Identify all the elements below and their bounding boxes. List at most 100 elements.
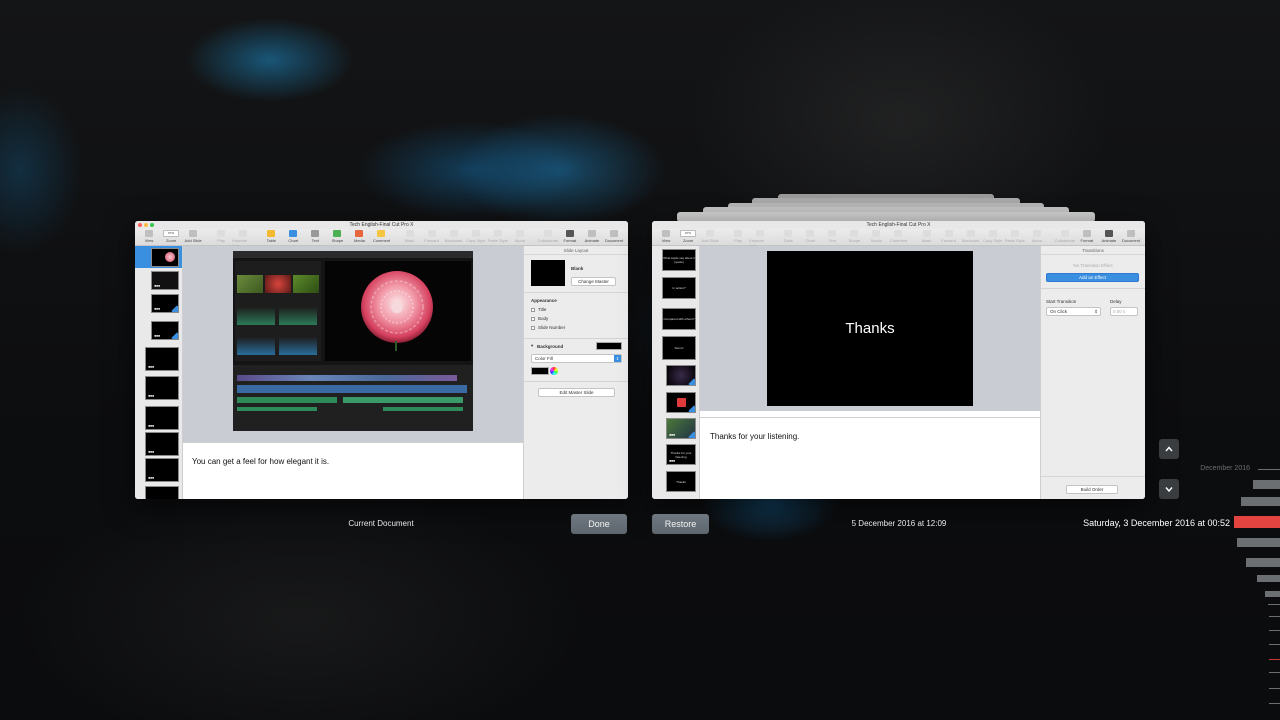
chart-button[interactable]: Chart — [282, 230, 304, 243]
timeline-tick[interactable] — [1258, 469, 1280, 470]
slide-thumbnail[interactable]: Thanks — [666, 471, 696, 492]
timeline-tick[interactable] — [1269, 703, 1280, 704]
slide-thumbnail[interactable]: ●●● — [145, 406, 179, 430]
mask-button[interactable]: Mask — [399, 230, 421, 243]
older-version-arrow[interactable] — [1159, 439, 1179, 459]
slide-thumbnail[interactable]: ●●● — [145, 347, 179, 371]
animate-button[interactable]: Animate — [581, 230, 603, 243]
chart-button[interactable]: Chart — [799, 230, 821, 243]
timeline-version[interactable] — [1257, 575, 1280, 582]
slide-navigator[interactable]: ●●● ●●● ●●● ●●● ●●● ●●● ●●● ●●● — [135, 246, 183, 499]
timeline-version[interactable] — [1253, 480, 1280, 489]
timeline-version[interactable] — [1241, 497, 1280, 506]
slide-thumbnail[interactable]: In action? — [662, 277, 696, 299]
table-button[interactable]: Table — [260, 230, 282, 243]
fill-color-well[interactable] — [531, 367, 549, 375]
disclosure-triangle-icon[interactable]: ▾ — [531, 343, 533, 349]
version-window[interactable]: Tech English-Final Cut Pro X View 97% Zoo… — [652, 221, 1145, 499]
animate-button[interactable]: Animate — [1098, 230, 1120, 243]
document-button[interactable]: Document — [603, 230, 625, 243]
timeline-selected-version[interactable] — [1234, 516, 1280, 528]
format-button[interactable]: Format — [559, 230, 581, 243]
text-button[interactable]: Text — [304, 230, 326, 243]
mask-button[interactable]: Mask — [916, 230, 938, 243]
restore-button[interactable]: Restore — [652, 514, 709, 534]
slide-thumbnail[interactable]: ●●● — [151, 271, 179, 290]
copy-style-button[interactable]: Copy Style — [465, 230, 487, 243]
master-thumbnail[interactable] — [531, 260, 565, 286]
background-color-well[interactable] — [596, 342, 622, 350]
color-wheel-icon[interactable] — [550, 367, 558, 375]
slide-thumbnail[interactable]: Thanks for your listening ●●● — [666, 444, 696, 465]
build-order-button[interactable]: Build Order — [1066, 485, 1118, 494]
shape-button[interactable]: Shape — [843, 230, 865, 243]
backward-button[interactable]: Backward — [960, 230, 982, 243]
paste-style-button[interactable]: Paste Style — [1004, 230, 1026, 243]
slide-thumbnail[interactable] — [151, 248, 179, 267]
change-master-button[interactable]: Change Master — [571, 277, 616, 286]
zoom-button[interactable] — [150, 223, 154, 227]
format-button[interactable]: Format — [1076, 230, 1098, 243]
slide-thumbnail[interactable]: ●●● — [145, 376, 179, 400]
comment-button[interactable]: Comment — [887, 230, 909, 243]
timeline-tick[interactable] — [1269, 616, 1280, 617]
slide-thumbnail[interactable] — [666, 365, 696, 386]
timeline-tick[interactable] — [1268, 604, 1280, 605]
slide-number-checkbox[interactable] — [531, 326, 535, 330]
media-button[interactable]: Media — [865, 230, 887, 243]
presenter-notes[interactable]: Thanks for your listening. — [700, 417, 1040, 499]
slide-thumbnail[interactable]: ●●● — [666, 418, 696, 439]
timeline-version[interactable] — [1237, 538, 1280, 547]
add-slide-button[interactable]: Add Slide — [699, 230, 721, 243]
current-document-window[interactable]: Tech English-Final Cut Pro X View 97% Zoo… — [135, 221, 628, 499]
slide-thumbnail[interactable]: ●●● — [151, 321, 179, 340]
timeline-tick[interactable] — [1269, 630, 1280, 631]
collaborate-button[interactable]: Collaborate — [537, 230, 559, 243]
presenter-notes[interactable]: You can get a feel for how elegant it is… — [183, 442, 523, 499]
zoom-button[interactable]: 97% Zoom — [677, 230, 699, 243]
comment-button[interactable]: Comment — [370, 230, 392, 243]
done-button[interactable]: Done — [571, 514, 627, 534]
view-button[interactable]: View — [138, 230, 160, 243]
collaborate-button[interactable]: Collaborate — [1054, 230, 1076, 243]
media-button[interactable]: Media — [348, 230, 370, 243]
slide-thumbnail[interactable]: Compared with others? — [662, 308, 696, 330]
minimize-button[interactable] — [144, 223, 148, 227]
view-button[interactable]: View — [655, 230, 677, 243]
backward-button[interactable]: Backward — [443, 230, 465, 243]
slide-thumbnail[interactable]: ●●● — [145, 458, 179, 482]
close-button[interactable] — [138, 223, 142, 227]
zoom-button[interactable]: 97% Zoom — [160, 230, 182, 243]
slide-thumbnail[interactable] — [666, 392, 696, 413]
copy-style-button[interactable]: Copy Style — [982, 230, 1004, 243]
forward-button[interactable]: Forward — [421, 230, 443, 243]
add-effect-button[interactable]: Add an Effect — [1046, 273, 1139, 282]
timeline-tick[interactable] — [1269, 659, 1280, 660]
current-slide[interactable]: Thanks — [767, 251, 973, 406]
add-slide-button[interactable]: Add Slide — [182, 230, 204, 243]
alpha-button[interactable]: Alpha — [1026, 230, 1048, 243]
delay-stepper[interactable]: 0.00 s — [1110, 307, 1138, 316]
play-button[interactable]: Play — [210, 230, 232, 243]
newer-version-arrow[interactable] — [1159, 479, 1179, 499]
slide-thumbnail[interactable]: Demo! — [662, 336, 696, 360]
title-checkbox[interactable] — [531, 308, 535, 312]
edit-master-slide-button[interactable]: Edit Master Slide — [538, 388, 615, 397]
timeline-tick[interactable] — [1269, 688, 1280, 689]
shape-button[interactable]: Shape — [326, 230, 348, 243]
body-checkbox[interactable] — [531, 317, 535, 321]
forward-button[interactable]: Forward — [938, 230, 960, 243]
document-button[interactable]: Document — [1120, 230, 1142, 243]
paste-style-button[interactable]: Paste Style — [487, 230, 509, 243]
play-button[interactable]: Play — [727, 230, 749, 243]
slide-thumbnail[interactable]: ●●● — [151, 294, 179, 313]
current-slide[interactable] — [233, 251, 473, 431]
table-button[interactable]: Table — [777, 230, 799, 243]
slide-thumbnail[interactable]: What Apple say about it (quote) — [662, 249, 696, 271]
timeline-tick[interactable] — [1269, 644, 1280, 645]
timeline-version[interactable] — [1246, 558, 1280, 567]
start-transition-popup[interactable]: On Click ⇕ — [1046, 307, 1101, 316]
slide-navigator[interactable]: What Apple say about it (quote) In actio… — [652, 246, 700, 499]
slide-thumbnail[interactable] — [145, 486, 179, 499]
fill-type-popup[interactable]: Color Fill ⇕ — [531, 354, 622, 363]
